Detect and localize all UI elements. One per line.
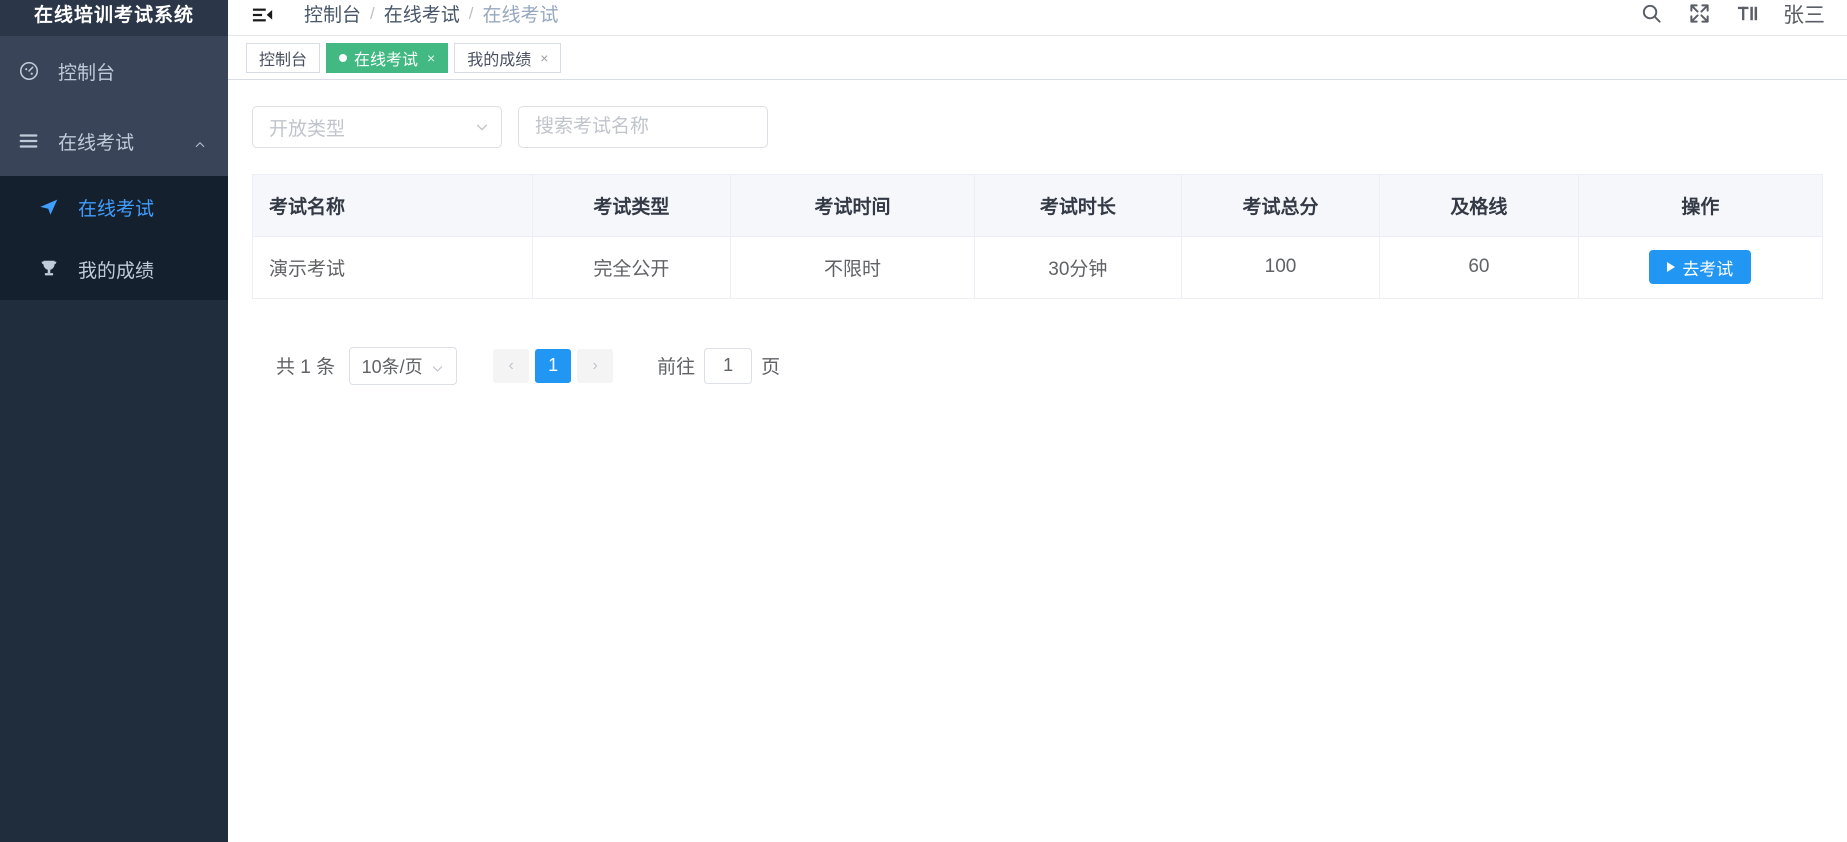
sidebar-item-dashboard-label: 控制台: [58, 62, 116, 84]
sidebar-item-my-scores-label: 我的成绩: [78, 260, 155, 282]
go-to-exam-button[interactable]: 去考试: [1649, 250, 1752, 284]
cell-exam-total-score: 100: [1181, 236, 1381, 299]
table-row[interactable]: 演示考试 完全公开 不限时 30分钟 100 60 去考试: [253, 236, 1822, 299]
sidebar-item-my-scores[interactable]: 我的成绩: [0, 238, 228, 300]
pagination-nav: ‹ 1 ›: [493, 348, 614, 383]
pagination-jump: 前往 页: [657, 347, 781, 384]
sidebar-logo-text: 在线培训考试系统: [33, 5, 194, 26]
prev-page-button[interactable]: ‹: [493, 348, 530, 383]
exam-table-element: 考试名称 考试类型 考试时间 考试时长 考试总分 及格线 操作 演示考试 完全公: [253, 175, 1822, 299]
go-to-exam-label: 去考试: [1682, 259, 1734, 279]
open-type-placeholder: 开放类型: [269, 118, 346, 140]
page-size-select[interactable]: 10条/页: [349, 346, 458, 385]
exam-table: 考试名称 考试类型 考试时间 考试时长 考试总分 及格线 操作 演示考试 完全公: [252, 174, 1823, 299]
play-icon: [1667, 262, 1676, 272]
sidebar-logo[interactable]: 在线培训考试系统: [0, 0, 228, 36]
breadcrumb-item-1[interactable]: 控制台: [304, 0, 361, 27]
tab-dashboard[interactable]: 控制台: [246, 42, 321, 73]
sidebar-item-exam-list[interactable]: 在线考试: [0, 176, 228, 238]
tab-my-scores[interactable]: 我的成绩 ×: [454, 42, 562, 73]
page-size-label: 10条/页: [361, 356, 423, 377]
next-page-button[interactable]: ›: [577, 348, 614, 383]
breadcrumb-separator: /: [370, 3, 375, 23]
main-area: 控制台 / 在线考试 / 在线考试 张三 控制台 在线考试 × 我的成绩 × 开…: [228, 0, 1847, 842]
search-input[interactable]: [535, 116, 751, 138]
sidebar-item-exam-list-label: 在线考试: [78, 198, 155, 220]
fullscreen-icon[interactable]: [1687, 2, 1711, 26]
search-icon[interactable]: [1639, 2, 1663, 26]
col-exam-type: 考试类型: [532, 175, 732, 237]
chevron-up-icon: [194, 135, 206, 148]
cell-action: 去考试: [1578, 236, 1822, 299]
paper-plane-icon: [38, 196, 64, 218]
sidebar-submenu: 在线考试 我的成绩: [0, 176, 228, 300]
content-area: 开放类型 搜索考试名称 考试名称 考试类型 考试时间 考试时长 考试总分 及格线…: [228, 80, 1847, 842]
open-type-select[interactable]: 开放类型: [252, 106, 502, 148]
user-name[interactable]: 张三: [1783, 0, 1825, 29]
tab-bar: 控制台 在线考试 × 我的成绩 ×: [228, 36, 1847, 80]
jump-suffix-label: 页: [761, 357, 781, 378]
search-exam-field[interactable]: [518, 106, 768, 148]
col-exam-time: 考试时间: [730, 175, 975, 237]
col-exam-pass-line: 及格线: [1379, 175, 1579, 237]
tab-dashboard-label: 控制台: [259, 51, 308, 69]
chevron-down-icon: [475, 120, 489, 134]
top-header: 控制台 / 在线考试 / 在线考试 张三: [228, 0, 1847, 36]
col-action: 操作: [1578, 175, 1822, 237]
font-size-icon[interactable]: [1735, 2, 1759, 26]
sidebar-item-online-exam[interactable]: 在线考试: [0, 106, 228, 176]
filter-row: 开放类型: [252, 106, 1823, 148]
col-exam-total-score: 考试总分: [1181, 175, 1381, 237]
cell-exam-name: 演示考试: [253, 236, 533, 299]
breadcrumb: 控制台 / 在线考试 / 在线考试: [304, 0, 559, 27]
jump-page-input[interactable]: [704, 347, 753, 384]
cell-exam-pass-line: 60: [1379, 236, 1579, 299]
jump-prefix-label: 前往: [657, 357, 696, 378]
breadcrumb-separator: /: [468, 3, 474, 23]
app-root: 在线培训考试系统 控制台 在线考试 在线考试 我的成绩 控制台 / 在线考试 /…: [0, 0, 1847, 842]
pagination: 共 1 条 10条/页 ‹ 1 › 前往 1 页: [252, 346, 1823, 385]
sidebar: 在线培训考试系统 控制台 在线考试 在线考试 我的成绩: [0, 0, 228, 842]
tab-online-exam[interactable]: 在线考试 ×: [326, 42, 449, 73]
dashboard-icon: [18, 60, 44, 82]
table-header-row: 考试名称 考试类型 考试时间 考试时长 考试总分 及格线 操作: [253, 175, 1822, 237]
trophy-icon: [38, 258, 64, 280]
fold-menu-icon[interactable]: [252, 4, 274, 26]
list-icon: [18, 130, 44, 152]
tab-active-dot-icon: [339, 53, 348, 62]
tab-close-icon[interactable]: ×: [427, 51, 435, 65]
cell-exam-time: 不限时: [730, 236, 975, 299]
sidebar-item-dashboard[interactable]: 控制台: [0, 36, 228, 106]
chevron-down-icon: [431, 359, 445, 373]
tab-close-icon[interactable]: ×: [540, 51, 548, 65]
cell-exam-duration: 30分钟: [974, 236, 1182, 299]
page-number-1[interactable]: 1: [535, 348, 572, 383]
pagination-total: 共 1 条: [276, 357, 336, 378]
col-exam-duration: 考试时长: [974, 175, 1182, 237]
col-exam-name: 考试名称: [253, 175, 533, 237]
sidebar-menu: 控制台 在线考试 在线考试 我的成绩: [0, 36, 228, 300]
sidebar-empty-space: [0, 300, 228, 842]
breadcrumb-item-3: 在线考试: [482, 5, 559, 26]
tab-online-exam-label: 在线考试: [354, 51, 419, 69]
table-body: 演示考试 完全公开 不限时 30分钟 100 60 去考试: [253, 236, 1822, 299]
cell-exam-type: 完全公开: [532, 236, 732, 299]
tab-my-scores-label: 我的成绩: [467, 51, 532, 69]
breadcrumb-item-2[interactable]: 在线考试: [384, 0, 460, 27]
header-actions: 张三: [1639, 0, 1825, 29]
sidebar-item-online-exam-label: 在线考试: [58, 132, 135, 154]
table-head: 考试名称 考试类型 考试时间 考试时长 考试总分 及格线 操作: [253, 175, 1822, 237]
